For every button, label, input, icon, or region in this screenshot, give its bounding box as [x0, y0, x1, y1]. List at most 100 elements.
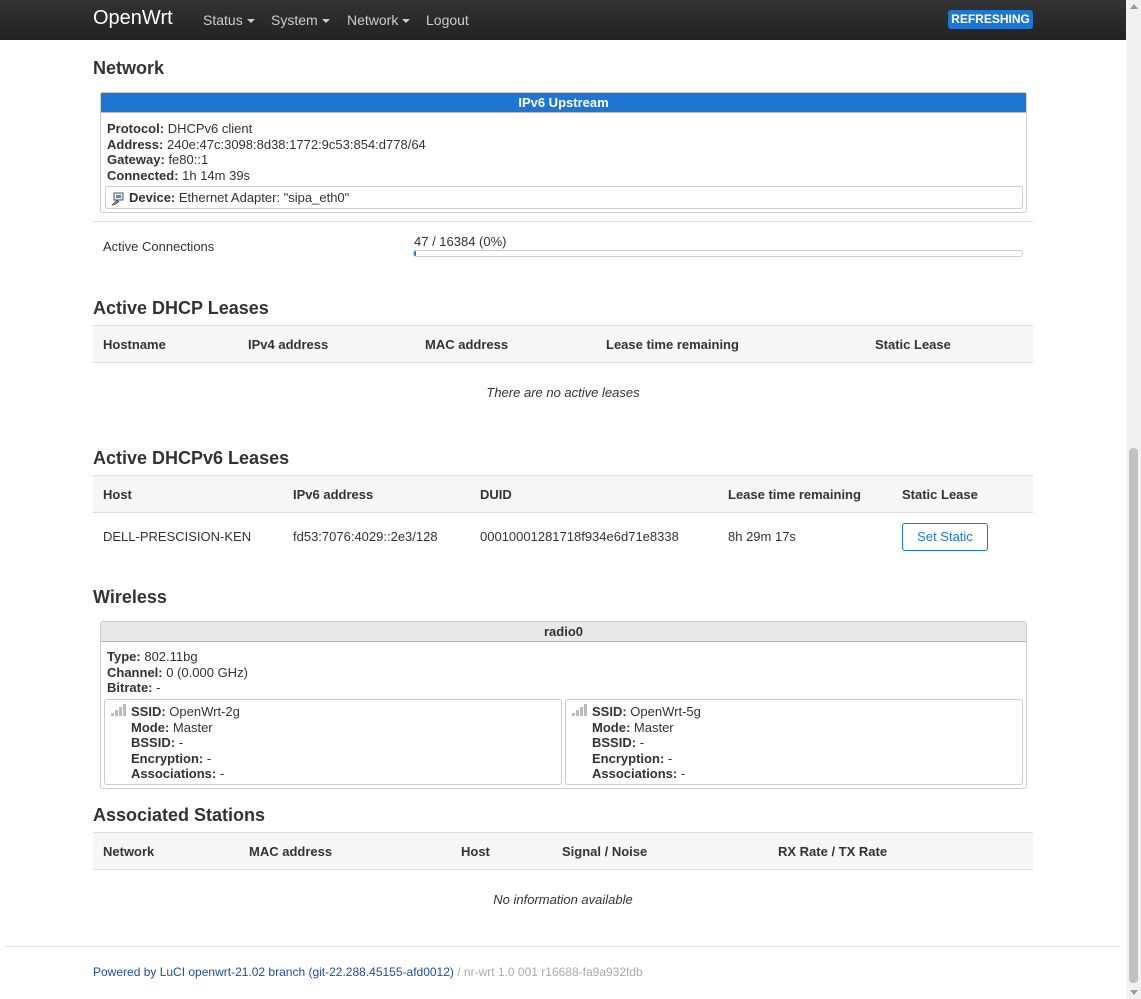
- refreshing-badge[interactable]: REFRESHING: [948, 10, 1033, 29]
- wifi-network-box: SSID: OpenWrt-2g Mode: Master BSSID: - E…: [104, 699, 562, 785]
- top-navbar: OpenWrt Status System Network Logout REF…: [0, 0, 1126, 40]
- connected-value: 1h 14m 39s: [182, 167, 251, 183]
- device-box: Device: Ethernet Adapter: "sipa_eth0": [105, 186, 1023, 209]
- upstream-info: Protocol: DHCPv6 client Address: 240e:47…: [107, 121, 426, 183]
- column-ipv6-address: IPv6 address: [293, 487, 374, 502]
- column-lease-time: Lease time remaining: [728, 487, 861, 502]
- luci-link[interactable]: Powered by LuCI openwrt-21.02 branch (gi…: [93, 965, 454, 979]
- brand-logo[interactable]: OpenWrt: [93, 7, 173, 30]
- firmware-version: nr-wrt 1.0 001 r16688-fa9a932fdb: [463, 965, 643, 979]
- column-ipv4-address: IPv4 address: [248, 337, 329, 352]
- wifi-network-info: SSID: OpenWrt-2g Mode: Master BSSID: - E…: [111, 704, 240, 782]
- bssid-label: BSSID:: [131, 735, 176, 750]
- associations-label: Associations:: [131, 766, 217, 781]
- protocol-label: Protocol:: [107, 121, 165, 136]
- active-connections-progress: [413, 250, 1023, 257]
- column-mac-address: MAC address: [249, 844, 333, 859]
- lease-ipv6: fd53:7076:4029::2e3/128: [293, 529, 438, 544]
- mode-label: Mode:: [131, 719, 170, 735]
- section-title-associated-stations: Associated Stations: [93, 805, 266, 825]
- ssid-value: OpenWrt-5g: [630, 704, 701, 719]
- ssid-value: OpenWrt-2g: [169, 704, 240, 719]
- nav-status-label: Status: [203, 12, 243, 28]
- type-label: Type:: [107, 649, 141, 664]
- column-rx-tx-rate: RX Rate / TX Rate: [778, 844, 888, 859]
- ssid-label: SSID:: [592, 704, 627, 719]
- bssid-label: BSSID:: [592, 735, 637, 750]
- column-host: Host: [103, 487, 132, 502]
- ssid-label: SSID:: [131, 704, 166, 719]
- stations-table-header: Network MAC address Host Signal / Noise …: [93, 832, 1033, 870]
- encryption-value: -: [667, 750, 673, 766]
- channel-value: 0 (0.000 GHz): [166, 664, 248, 680]
- associations-label: Associations:: [592, 766, 678, 781]
- column-static-lease: Static Lease: [875, 337, 951, 352]
- wifi-network-box: SSID: OpenWrt-5g Mode: Master BSSID: - E…: [565, 699, 1023, 785]
- device-value: Ethernet Adapter: "sipa_eth0": [178, 190, 350, 205]
- dhcpv6-leases-table-header: Host IPv6 address DUID Lease time remain…: [93, 475, 1033, 513]
- footer-divider: [5, 946, 1120, 947]
- channel-label: Channel:: [107, 664, 163, 680]
- section-title-dhcp-leases: Active DHCP Leases: [93, 298, 269, 318]
- signal-icon: [111, 704, 127, 716]
- active-connections-value: 47 / 16384 (0%): [414, 234, 507, 249]
- protocol-value: DHCPv6 client: [167, 121, 253, 136]
- column-lease-time: Lease time remaining: [606, 337, 739, 352]
- mode-value: Master: [172, 719, 213, 735]
- nav-network-menu[interactable]: Network: [347, 12, 411, 28]
- dhcp-leases-empty-message: There are no active leases: [486, 385, 640, 400]
- scroll-up-arrow-icon[interactable]: [1130, 4, 1138, 9]
- bssid-value: -: [178, 735, 184, 750]
- column-duid: DUID: [480, 487, 512, 502]
- associations-value: -: [219, 766, 225, 781]
- gateway-value: fe80::1: [168, 152, 209, 167]
- ethernet-icon: [111, 192, 125, 206]
- nav-status-menu[interactable]: Status: [203, 12, 255, 28]
- active-connections-progress-fill: [414, 251, 416, 256]
- radio0-header: radio0: [101, 622, 1026, 642]
- column-hostname: Hostname: [103, 337, 166, 352]
- bssid-value: -: [639, 735, 645, 750]
- mode-label: Mode:: [592, 719, 631, 735]
- section-title-network: Network: [93, 58, 165, 78]
- lease-duid: 00010001281718f934e6d71e8338: [480, 529, 679, 544]
- nav-network-label: Network: [347, 12, 399, 28]
- nav-system-menu[interactable]: System: [271, 12, 330, 28]
- bitrate-label: Bitrate:: [107, 680, 153, 695]
- radio-info: Type: 802.11bg Channel: 0 (0.000 GHz) Bi…: [107, 649, 248, 696]
- dhcp-leases-table-header: Hostname IPv4 address MAC address Lease …: [93, 325, 1033, 363]
- type-value: 802.11bg: [144, 649, 198, 664]
- device-label: Device:: [129, 190, 176, 205]
- scroll-thumb[interactable]: [1129, 448, 1138, 983]
- ipv6-upstream-header: IPv6 Upstream: [101, 93, 1026, 113]
- page-scrollbar[interactable]: [1126, 0, 1141, 999]
- scroll-down-arrow-icon[interactable]: [1130, 990, 1138, 995]
- encryption-value: -: [206, 750, 212, 766]
- footer: Powered by LuCI openwrt-21.02 branch (gi…: [93, 965, 643, 979]
- nav-logout-link[interactable]: Logout: [426, 12, 469, 28]
- active-connections-label: Active Connections: [103, 239, 215, 254]
- column-static-lease: Static Lease: [902, 487, 978, 502]
- gateway-label: Gateway:: [107, 152, 165, 167]
- stations-empty-message: No information available: [493, 892, 633, 907]
- connected-label: Connected:: [107, 167, 179, 183]
- divider: [93, 221, 1033, 222]
- section-title-dhcpv6-leases: Active DHCPv6 Leases: [93, 448, 290, 468]
- column-mac-address: MAC address: [425, 337, 509, 352]
- chevron-down-icon: [402, 19, 411, 24]
- set-static-button[interactable]: Set Static: [902, 523, 988, 551]
- encryption-label: Encryption:: [131, 750, 204, 766]
- chevron-down-icon: [246, 19, 255, 24]
- chevron-down-icon: [321, 19, 330, 24]
- footer-separator: /: [453, 965, 464, 979]
- lease-host: DELL-PRESCISION-KEN: [103, 529, 252, 544]
- bitrate-value: -: [156, 680, 161, 695]
- encryption-label: Encryption:: [592, 750, 665, 766]
- column-host: Host: [461, 844, 490, 859]
- signal-icon: [572, 704, 588, 716]
- ipv6-upstream-panel: IPv6 Upstream Protocol: DHCPv6 client Ad…: [100, 92, 1027, 213]
- column-signal-noise: Signal / Noise: [562, 844, 648, 859]
- nav-system-label: System: [271, 12, 318, 28]
- wifi-network-info: SSID: OpenWrt-5g Mode: Master BSSID: - E…: [572, 704, 701, 782]
- address-value: 240e:47c:3098:8d38:1772:9c53:854:d778/64: [166, 136, 426, 152]
